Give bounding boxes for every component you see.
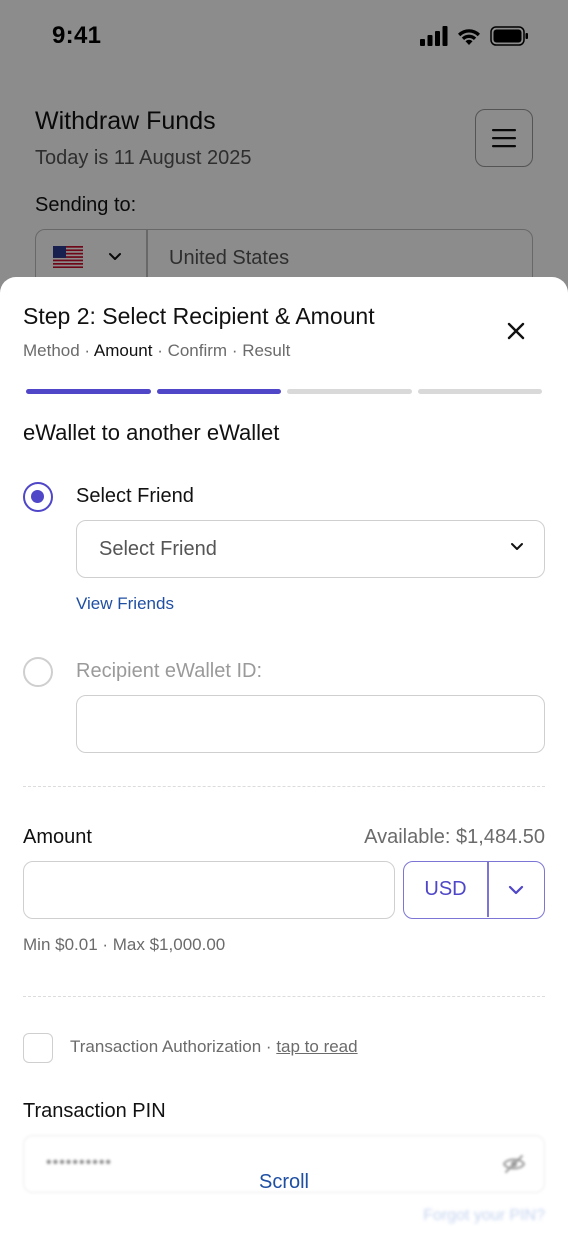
ewallet-id-label: Recipient eWallet ID: [76,660,262,682]
ewallet-id-input[interactable] [76,695,545,753]
section-title: eWallet to another eWallet [23,420,280,445]
forgot-pin-link[interactable]: Forgot your PIN? [423,1207,545,1225]
select-friend-placeholder: Select Friend [99,538,217,560]
authorization-label: Transaction Authorization · [70,1037,277,1056]
step-confirm: Confirm [167,341,228,360]
scroll-hint: Scroll [258,1171,309,1193]
select-friend-label: Select Friend [76,485,194,507]
chevron-down-icon [508,885,523,894]
amount-limits: Min $0.01 · Max $1,000.00 [23,935,226,954]
currency-dropdown-button[interactable] [488,862,543,917]
step-amount: Amount [93,341,153,360]
amount-input[interactable] [23,861,395,919]
select-friend-radio[interactable] [23,482,53,512]
section-divider [23,996,545,997]
step-method: Method [23,341,80,360]
chevron-down-icon [511,543,523,550]
ewallet-id-radio[interactable] [23,657,53,687]
step-result: Result [242,341,291,360]
select-friend-dropdown[interactable]: Select Friend [76,520,545,578]
amount-label: Amount [23,826,92,848]
currency-select[interactable]: USD [403,861,545,919]
step-indicator: Method · Amount · Confirm · Result [23,341,291,360]
authorization-text: Transaction Authorization · tap to read [70,1037,358,1057]
available-balance: Available: $1,484.50 [364,826,545,848]
view-friends-link[interactable]: View Friends [76,594,174,614]
currency-value: USD [424,878,467,900]
progress-segment [287,389,412,394]
close-icon [507,322,525,340]
bottom-sheet: Step 2: Select Recipient & Amount Method… [0,277,568,1241]
sheet-title: Step 2: Select Recipient & Amount [23,303,375,329]
pin-label: Transaction PIN [23,1100,166,1122]
progress-segment [156,389,281,394]
progress-bar [26,389,542,394]
progress-segment [417,389,542,394]
authorization-checkbox[interactable] [23,1033,53,1063]
section-divider [23,786,545,787]
close-button[interactable] [498,313,534,349]
tap-to-read-link[interactable]: tap to read [276,1037,357,1056]
pin-masked-value: •••••••••• [46,1154,113,1171]
progress-segment [26,389,151,394]
